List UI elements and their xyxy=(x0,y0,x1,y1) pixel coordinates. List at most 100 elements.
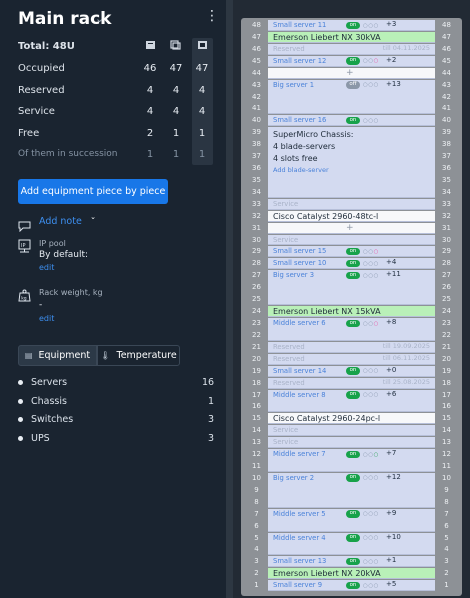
svg-text:kg: kg xyxy=(21,296,27,302)
tab-temperature[interactable]: 🌡︎ Temperature xyxy=(97,345,180,366)
switch-device[interactable]: Cisco Catalyst 2960-48tc-l xyxy=(268,210,435,222)
server-name: Middle server 7 xyxy=(273,450,326,459)
server-device[interactable]: Middle server 8 on ○○○ +6 xyxy=(268,389,435,413)
power-status-badge[interactable]: on xyxy=(346,367,360,375)
chassis-device[interactable]: SuperMicro Chassis: 4 blade-servers 4 slot… xyxy=(268,127,435,198)
add-equipment-button[interactable]: Add equipment piece by piece ⌄ xyxy=(18,179,168,221)
add-blade-server-link[interactable]: Add blade-server xyxy=(273,166,329,174)
power-status-badge[interactable]: on xyxy=(346,116,360,125)
extra-count: +11 xyxy=(386,270,401,279)
legend-label: Chassis xyxy=(31,396,67,407)
server-device[interactable]: Big server 2 on ○○○ +12 xyxy=(268,472,435,508)
unit-number: 26 xyxy=(252,283,261,292)
server-device[interactable]: Small server 12 on ○○○ +2 xyxy=(268,55,435,67)
server-name: Small server 12 xyxy=(273,56,327,65)
unit-number: 25 xyxy=(442,295,451,304)
server-device[interactable]: Middle server 7 on ○○○ +7 xyxy=(268,449,435,472)
rack-back-icon[interactable] xyxy=(170,40,181,50)
power-status-badge[interactable]: on xyxy=(346,271,360,280)
power-status-badge[interactable]: on xyxy=(346,581,360,590)
ups-device[interactable]: Emerson Liebert NX 30kVA xyxy=(268,31,435,43)
power-status-badge[interactable]: on xyxy=(346,259,360,268)
power-status-badge[interactable]: on xyxy=(346,391,360,399)
rack-weight-edit-link[interactable]: edit xyxy=(39,314,54,323)
unit-number: 20 xyxy=(252,354,261,363)
summary-row-occupied: Occupied 46 47 47 xyxy=(0,59,226,80)
summary-row-reserved: Reserved 4 4 4 xyxy=(0,81,226,102)
server-device[interactable]: Middle server 6 on ○○○ +8 xyxy=(268,318,435,341)
reserved-slot[interactable]: Reserved till 19.09.2025 xyxy=(268,341,435,353)
power-status-badge[interactable]: off xyxy=(346,81,360,89)
add-note-link[interactable]: Add note xyxy=(18,216,138,233)
server-device[interactable]: Middle server 5 on ○○○ +9 xyxy=(268,508,435,532)
switch-device[interactable]: Cisco Catalyst 2960-24pc-l xyxy=(268,413,435,425)
service-slot: Service xyxy=(268,425,435,437)
ip-pool-block: IP IP pool By default: edit xyxy=(18,238,198,276)
reserved-label: Reserved xyxy=(273,354,305,363)
unit-number: 39 xyxy=(252,128,261,137)
summary-label: Service xyxy=(18,106,55,117)
legend-count: 16 xyxy=(202,377,215,388)
chevron-down-icon[interactable]: ⌄ xyxy=(95,12,104,25)
server-device[interactable]: Big server 1 off ○○○ +13 xyxy=(268,79,435,115)
summary-value: 46 xyxy=(143,63,157,74)
power-status-badge[interactable]: on xyxy=(346,57,360,65)
power-status-badge[interactable]: on xyxy=(346,319,360,327)
extra-count: +12 xyxy=(386,472,401,481)
reserved-slot[interactable]: Reserved till 04.11.2025 xyxy=(268,43,435,55)
comment-icon xyxy=(18,217,31,236)
unit-number: 22 xyxy=(252,330,261,339)
weight-icon: kg xyxy=(18,287,31,306)
power-status-badge[interactable]: on xyxy=(346,21,360,29)
power-status-badge[interactable]: on xyxy=(346,557,360,566)
unit-number: 24 xyxy=(252,307,261,316)
server-device[interactable]: Small server 16 on ○○○ xyxy=(268,115,435,127)
summary-value: 1 xyxy=(172,128,180,139)
ip-icon: IP xyxy=(18,238,31,257)
unit-number: 38 xyxy=(252,140,261,149)
server-device[interactable]: Big server 3 on ○○○ +11 xyxy=(268,270,435,306)
unit-number: 18 xyxy=(442,378,451,387)
unit-number: 10 xyxy=(252,473,261,482)
extra-count: +2 xyxy=(386,55,397,64)
unit-number: 7 xyxy=(444,509,449,518)
chassis-line: SuperMicro Chassis: xyxy=(273,130,354,140)
unit-number: 47 xyxy=(252,32,261,41)
reserved-slot[interactable]: Reserved till 25.08.2025 xyxy=(268,377,435,389)
port-status-icons: ○○○ xyxy=(363,511,379,518)
server-name: Small server 16 xyxy=(273,116,327,125)
unit-number: 35 xyxy=(252,175,261,184)
rack-front-icon[interactable] xyxy=(145,40,156,50)
power-status-badge[interactable]: on xyxy=(346,474,360,482)
power-status-badge[interactable]: on xyxy=(346,247,360,256)
port-status-icons: ○○○ xyxy=(363,558,379,565)
panel-divider[interactable] xyxy=(226,0,233,598)
power-status-badge[interactable]: on xyxy=(346,450,360,459)
summary-row-succession: Of them in succession 1 1 1 xyxy=(0,145,226,166)
power-status-badge[interactable]: on xyxy=(346,510,360,518)
ip-pool-edit-link[interactable]: edit xyxy=(39,263,54,272)
more-menu-icon[interactable]: ⋮ xyxy=(205,9,219,23)
extra-count: +5 xyxy=(386,580,397,589)
server-device[interactable]: Small server 9 on ○○○ +5 xyxy=(268,580,435,592)
reserved-slot[interactable]: Reserved till 06.11.2025 xyxy=(268,353,435,365)
unit-number: 43 xyxy=(442,80,451,89)
rack-both-icon[interactable] xyxy=(197,40,208,50)
unit-number: 32 xyxy=(252,211,261,220)
tab-equipment[interactable]: ▤ Equipment xyxy=(18,345,97,366)
server-device[interactable]: Middle server 4 on ○○○ +10 xyxy=(268,532,435,556)
server-device[interactable]: Small server 13 on ○○○ +1 xyxy=(268,556,435,568)
server-device[interactable]: Small server 10 on ○○○ +4 xyxy=(268,258,435,270)
reserved-date: till 19.09.2025 xyxy=(382,341,430,350)
server-device[interactable]: Small server 15 on ○○○ xyxy=(268,246,435,258)
add-note-label: Add note xyxy=(39,216,82,227)
unit-number: 3 xyxy=(254,557,259,566)
ups-device[interactable]: Emerson Liebert NX 20kVA xyxy=(268,568,435,580)
power-status-badge[interactable]: on xyxy=(346,534,360,542)
free-slot-add-button[interactable]: + xyxy=(268,222,435,234)
ups-device[interactable]: Emerson Liebert NX 15kVA xyxy=(268,306,435,317)
add-equipment-label: Add equipment piece by piece xyxy=(20,186,166,197)
server-device[interactable]: Small server 14 on ○○○ +0 xyxy=(268,365,435,377)
free-slot-add-button[interactable]: + xyxy=(268,67,435,79)
server-device[interactable]: Small server 11 on ○○○ +3 xyxy=(268,20,435,31)
